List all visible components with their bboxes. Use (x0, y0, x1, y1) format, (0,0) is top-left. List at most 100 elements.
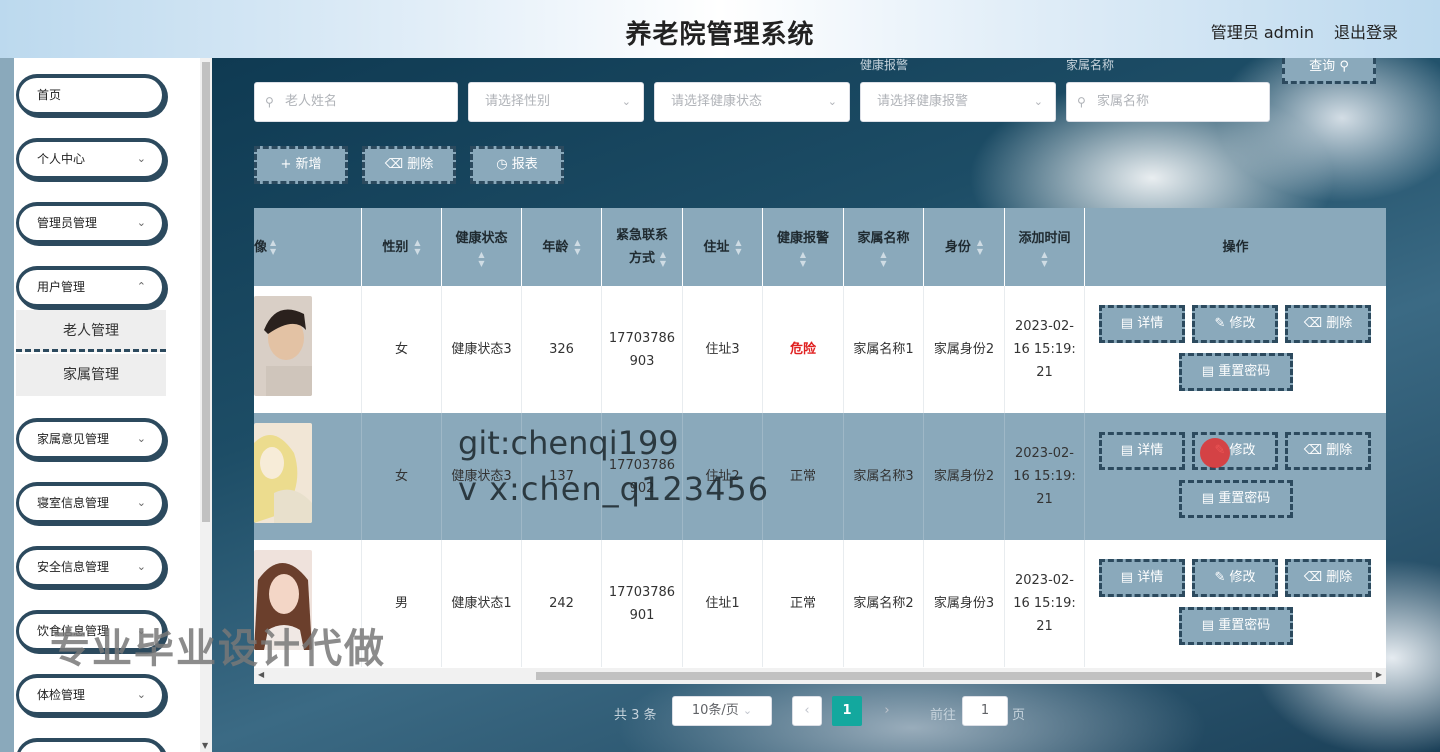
gender-cell: 女 (362, 286, 442, 413)
scroll-down-arrow-icon[interactable]: ▼ (202, 741, 208, 750)
scrollbar-thumb[interactable] (202, 62, 210, 522)
delete-button[interactable]: ⌫ 删除 (1285, 432, 1371, 470)
chevron-down-icon: ⌄ (136, 216, 146, 229)
prev-page-button[interactable]: ‹ (792, 696, 822, 726)
edit-button[interactable]: ✎ 修改 (1192, 559, 1278, 597)
health-status-select[interactable]: 请选择健康状态 ⌄ (654, 82, 850, 122)
col-time[interactable]: 添加时间 ▲ ▼ (1005, 208, 1085, 286)
reset-password-button[interactable]: ▤ 重置密码 (1179, 607, 1293, 645)
family-name-input[interactable]: ⚲ 家属名称 (1066, 82, 1270, 122)
sort-icon: ▲ ▼ (799, 249, 807, 268)
edit-label: 修改 (1229, 316, 1256, 331)
sidebar-item-more[interactable] (16, 738, 166, 752)
col-ops: 操作 (1085, 208, 1386, 286)
logout-link[interactable]: 退出登录 (1334, 19, 1398, 43)
family-cell: 家属名称1 (844, 286, 924, 413)
detail-button[interactable]: ▤ 详情 (1099, 305, 1185, 343)
alarm-cell: 危险 (763, 286, 844, 413)
col-time-label: 添加时间 (1018, 230, 1071, 246)
delete-label: 删除 (1326, 570, 1353, 585)
address-cell: 住址1 (683, 540, 763, 667)
sidebar-item-admin-mgmt[interactable]: 管理员管理 ⌄ (16, 202, 166, 244)
health-alarm-select[interactable]: 请选择健康报警 ⌄ (860, 82, 1056, 122)
document-icon: ▤ (1120, 443, 1134, 458)
sidebar-subitem-elder[interactable]: 老人管理 (16, 310, 166, 352)
sort-icon: ▲ ▼ (1041, 249, 1048, 268)
scroll-right-arrow-icon[interactable]: ▶ (1376, 670, 1382, 679)
col-family[interactable]: 家属名称 ▲ ▼ (844, 208, 924, 286)
sort-icon: ▲ ▼ (659, 250, 666, 268)
elder-photo (254, 423, 312, 523)
sidebar-item-label: 管理员管理 (37, 216, 98, 230)
gender-cell: 女 (362, 413, 442, 540)
sidebar-item-safety[interactable]: 安全信息管理 ⌄ (16, 546, 166, 588)
col-alarm-label: 健康报警 (776, 230, 829, 246)
sort-icon: ▲ ▼ (270, 238, 277, 256)
scrollbar-thumb[interactable] (536, 672, 1372, 680)
watermark-banner: 专业毕业设计代做 (50, 626, 386, 672)
edit-button[interactable]: ✎ 修改 (1192, 305, 1278, 343)
elder-name-input[interactable]: ⚲ 老人姓名 (254, 82, 458, 122)
col-identity[interactable]: 身份 ▲ ▼ (924, 208, 1005, 286)
health-status-placeholder: 请选择健康状态 (671, 94, 763, 109)
sidebar-item-dorm[interactable]: 寝室信息管理 ⌄ (16, 482, 166, 524)
detail-label: 详情 (1137, 316, 1164, 331)
table-horizontal-scrollbar[interactable]: ◀ ▶ (254, 668, 1386, 684)
detail-button[interactable]: ▤ 详情 (1099, 559, 1185, 597)
delete-button[interactable]: ⌫ 删除 (1285, 305, 1371, 343)
batch-delete-button[interactable]: ⌫ 删除 (362, 146, 456, 184)
sidebar-item-user-mgmt[interactable]: 用户管理 ⌃ (16, 266, 166, 308)
col-gender[interactable]: 性别 ▲ ▼ (362, 208, 442, 286)
col-photo[interactable]: 像 ▲ ▼ (254, 208, 362, 286)
alarm-status: 危险 (789, 342, 816, 357)
delete-button-label: 删除 (407, 157, 434, 172)
sidebar-item-checkup[interactable]: 体检管理 ⌄ (16, 674, 166, 716)
reset-password-button[interactable]: ▤ 重置密码 (1179, 353, 1293, 391)
page-size-select[interactable]: 10条/页 ⌄ (672, 696, 772, 726)
col-address-label: 住址 (703, 239, 730, 255)
sidebar-item-label: 体检管理 (37, 688, 86, 702)
report-button[interactable]: ◷ 报表 (470, 146, 564, 184)
sidebar-item-label: 寝室信息管理 (37, 496, 110, 510)
sidebar-subitem-family[interactable]: 家属管理 (16, 354, 166, 396)
trash-icon: ⌫ (1303, 316, 1323, 331)
col-age[interactable]: 年龄 ▲ ▼ (522, 208, 602, 286)
trash-icon: ⌫ (1303, 443, 1323, 458)
next-page-button[interactable]: › (872, 696, 902, 726)
age-cell: 326 (522, 286, 602, 413)
sort-icon: ▲ ▼ (478, 249, 485, 268)
detail-button[interactable]: ▤ 详情 (1099, 432, 1185, 470)
gender-select[interactable]: 请选择性别 ⌄ (468, 82, 644, 122)
table-header: 像 ▲ ▼ 性别 ▲ ▼ 健康状态 ▲ ▼ 年龄 ▲ ▼ 紧急联系方式 ▲ ▼ 住址 ▲ ▼ (254, 208, 1386, 286)
edit-label: 修改 (1229, 443, 1256, 458)
chevron-down-icon: ⌄ (621, 95, 631, 108)
sidebar-item-home[interactable]: 首页 (16, 74, 166, 116)
add-button[interactable]: + 新增 (254, 146, 348, 184)
col-health[interactable]: 健康状态 ▲ ▼ (442, 208, 522, 286)
sidebar-accent-strip (0, 58, 14, 752)
sidebar-item-profile[interactable]: 个人中心 ⌄ (16, 138, 166, 180)
contact-cell: 17703786901 (602, 540, 683, 667)
document-icon: ▤ (1201, 491, 1215, 506)
col-alarm[interactable]: 健康报警 ▲ ▼ (763, 208, 844, 286)
sidebar-item-label: 家属意见管理 (37, 432, 110, 446)
time-cell: 2023-02-16 15:19:21 (1005, 286, 1085, 413)
col-contact[interactable]: 紧急联系方式 ▲ ▼ (602, 208, 683, 286)
goto-page-input[interactable]: 1 (962, 696, 1008, 726)
elder-name-placeholder: 老人姓名 (285, 94, 338, 109)
table-row: 男 健康状态1 242 17703786901 住址1 正常 家属名称2 家属身… (254, 540, 1386, 667)
add-button-label: 新增 (295, 157, 322, 172)
sidebar-item-feedback[interactable]: 家属意见管理 ⌄ (16, 418, 166, 460)
search-icon: ⚲ (265, 95, 274, 109)
ops-cell: ▤ 详情 ✎ 修改 ⌫ 删除 ▤ 重置密码 (1085, 413, 1386, 540)
identity-cell: 家属身份3 (924, 540, 1005, 667)
gender-placeholder: 请选择性别 (485, 94, 551, 109)
reset-password-button[interactable]: ▤ 重置密码 (1179, 480, 1293, 518)
table-row: 女 健康状态3 137 17703786902 住址2 正常 家属名称3 家属身… (254, 413, 1386, 540)
query-button[interactable]: 查询 ⚲ (1282, 58, 1376, 84)
chevron-down-icon: ⌄ (136, 432, 146, 445)
delete-button[interactable]: ⌫ 删除 (1285, 559, 1371, 597)
page-number-current[interactable]: 1 (832, 696, 862, 726)
document-icon: ▤ (1120, 316, 1134, 331)
col-address[interactable]: 住址 ▲ ▼ (683, 208, 763, 286)
